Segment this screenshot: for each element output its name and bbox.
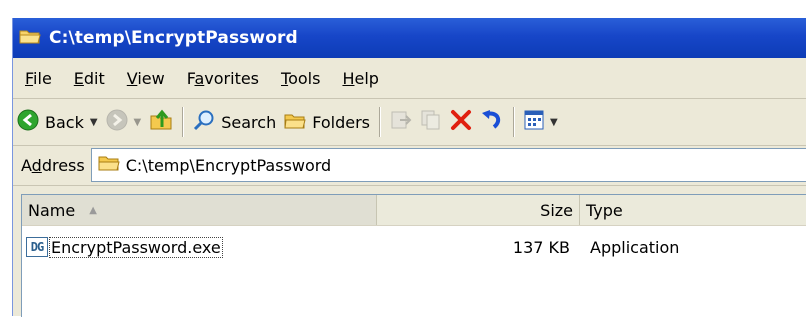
folders-label: Folders <box>312 112 370 132</box>
back-dropdown-icon[interactable]: ▼ <box>90 117 98 128</box>
address-bar: Address C:\temp\EncryptPassword <box>13 145 806 186</box>
undo-button[interactable] <box>476 102 508 142</box>
list-item[interactable]: DG EncryptPassword.exe 137 KB Applicatio… <box>22 232 806 262</box>
back-label: Back <box>45 112 84 132</box>
undo-icon <box>480 109 504 135</box>
file-list: Name ▲ Size Type DG EncryptPassword.exe … <box>21 194 806 317</box>
menu-view[interactable]: View <box>117 69 175 88</box>
back-arrow-icon <box>17 109 39 135</box>
menu-edit[interactable]: Edit <box>64 69 115 88</box>
menu-tools[interactable]: Tools <box>271 69 330 88</box>
menu-file[interactable]: File <box>15 69 62 88</box>
explorer-window: C:\temp\EncryptPassword File Edit View F… <box>12 18 806 317</box>
address-label: Address <box>21 155 85 175</box>
window-title: C:\temp\EncryptPassword <box>49 28 298 48</box>
copy-to-button[interactable] <box>416 102 446 142</box>
search-icon <box>193 109 215 135</box>
file-size: 137 KB <box>512 237 570 257</box>
dg-application-icon: DG <box>26 237 48 257</box>
toolbar-separator <box>379 107 381 137</box>
up-folder-button[interactable] <box>145 102 177 142</box>
move-to-button[interactable] <box>386 102 416 142</box>
menu-help[interactable]: Help <box>332 69 388 88</box>
views-dropdown-icon[interactable]: ▼ <box>550 117 558 128</box>
sort-ascending-icon: ▲ <box>89 204 97 216</box>
forward-arrow-icon <box>106 109 128 135</box>
folders-icon <box>284 110 306 134</box>
title-bar[interactable]: C:\temp\EncryptPassword <box>13 18 806 58</box>
delete-button[interactable] <box>446 102 476 142</box>
column-size-label: Size <box>540 200 573 220</box>
copy-to-icon <box>420 109 442 135</box>
search-label: Search <box>221 112 277 132</box>
toolbar-separator <box>513 107 515 137</box>
back-button[interactable]: Back ▼ <box>13 102 102 142</box>
views-button[interactable]: ▼ <box>520 102 562 142</box>
menu-bar: File Edit View Favorites Tools Help <box>13 58 806 99</box>
column-header-name[interactable]: Name ▲ <box>22 195 377 225</box>
folders-button[interactable]: Folders <box>280 102 374 142</box>
list-header: Name ▲ Size Type <box>22 195 806 226</box>
folder-icon <box>98 154 120 176</box>
menu-favorites[interactable]: Favorites <box>177 69 269 88</box>
address-value: C:\temp\EncryptPassword <box>125 155 332 175</box>
toolbar-separator <box>182 107 185 137</box>
column-name-label: Name <box>28 200 76 220</box>
column-type-label: Type <box>586 200 623 220</box>
file-name[interactable]: EncryptPassword.exe <box>49 236 223 258</box>
up-folder-icon <box>149 108 173 136</box>
forward-dropdown-icon[interactable]: ▼ <box>134 117 142 128</box>
move-to-icon <box>390 109 412 135</box>
toolbar: Back ▼ ▼ Search Folders ▼ <box>13 99 806 146</box>
column-header-type[interactable]: Type <box>580 195 806 225</box>
views-grid-icon <box>524 110 544 134</box>
forward-button[interactable]: ▼ <box>102 102 146 142</box>
file-type: Application <box>590 237 680 257</box>
column-header-size[interactable]: Size <box>377 195 580 225</box>
delete-x-icon <box>450 109 472 135</box>
address-input[interactable]: C:\temp\EncryptPassword <box>90 148 806 182</box>
search-button[interactable]: Search <box>189 102 280 142</box>
file-name-cell[interactable]: DG EncryptPassword.exe <box>22 236 377 258</box>
folder-icon <box>19 27 41 49</box>
